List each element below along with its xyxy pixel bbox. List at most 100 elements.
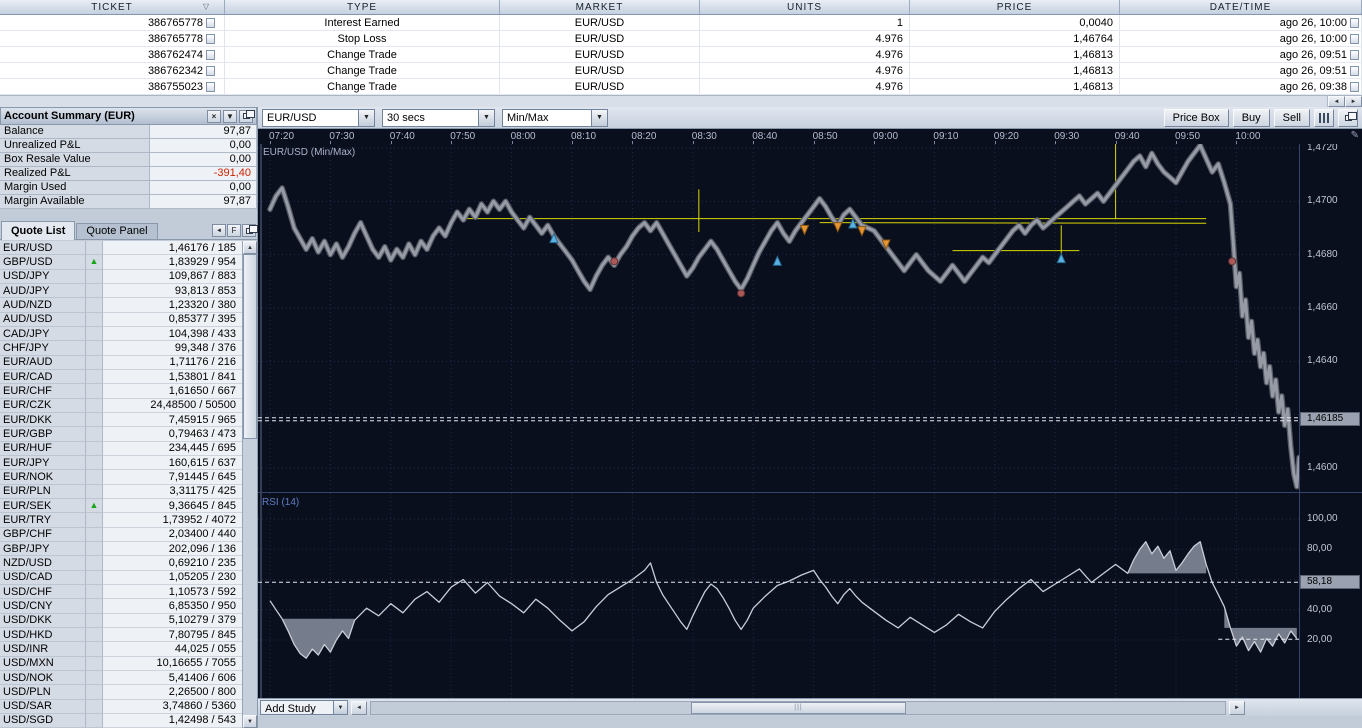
table-hscrollbar[interactable]: ◄ ►: [0, 95, 1362, 107]
quote-row[interactable]: EUR/CAD 1,53801 / 841: [0, 369, 242, 385]
scroll-right-icon[interactable]: ►: [1345, 96, 1362, 107]
table-row[interactable]: 386762342 Change Trade EUR/USD 4.976 1,46813…: [0, 63, 1362, 79]
quote-pair-label: USD/PLN: [0, 685, 86, 700]
quote-row[interactable]: USD/CNY 6,85350 / 950: [0, 599, 242, 614]
popout-icon[interactable]: [239, 109, 255, 123]
sell-button[interactable]: Sell: [1273, 108, 1310, 127]
table-row[interactable]: 386755023 Change Trade EUR/USD 4.976 1,46813…: [0, 79, 1362, 95]
quote-flag-cell: [86, 355, 103, 370]
table-row[interactable]: 386765778 Stop Loss EUR/USD 4.976 1,46764 ago…: [0, 31, 1362, 47]
tab-quote-list[interactable]: Quote List: [1, 221, 76, 240]
quote-row[interactable]: EUR/CZK 24,48500 / 50500: [0, 398, 242, 413]
note-icon[interactable]: [206, 17, 215, 28]
rsi-chart[interactable]: RSI (14): [258, 492, 1299, 698]
quote-row[interactable]: NZD/USD 0,69210 / 235: [0, 556, 242, 571]
quote-row[interactable]: USD/SAR 3,74860 / 5360: [0, 699, 242, 714]
quote-row[interactable]: AUD/USD 0,85377 / 395: [0, 312, 242, 327]
quote-row[interactable]: EUR/DKK 7,45915 / 965: [0, 412, 242, 428]
column-header-units[interactable]: UNITS: [700, 0, 910, 14]
note-icon[interactable]: [206, 81, 215, 92]
quote-row[interactable]: CHF/JPY 99,348 / 376: [0, 341, 242, 356]
chevron-down-icon[interactable]: ▼: [358, 109, 374, 126]
quote-row[interactable]: USD/JPY 109,867 / 883: [0, 269, 242, 284]
scroll-down-icon[interactable]: ▼: [243, 715, 257, 728]
quote-list-scrollbar[interactable]: ▲ ▼: [242, 241, 257, 728]
quote-row[interactable]: EUR/JPY 160,615 / 637: [0, 455, 242, 471]
chevron-down-icon[interactable]: ▼: [333, 701, 347, 714]
quote-row[interactable]: GBP/USD ▲ 1,83929 / 954: [0, 255, 242, 270]
quote-row[interactable]: EUR/NOK 7,91445 / 645: [0, 470, 242, 485]
table-row[interactable]: 386765778 Interest Earned EUR/USD 1 0,0040 ag…: [0, 15, 1362, 31]
tab-quote-panel[interactable]: Quote Panel: [76, 223, 158, 239]
note-icon[interactable]: [206, 33, 215, 44]
table-hscroll-track[interactable]: [0, 96, 1328, 107]
interval-dropdown[interactable]: 30 secs ▼: [382, 108, 495, 127]
quote-row[interactable]: EUR/AUD 1,71176 / 216: [0, 355, 242, 370]
note-icon[interactable]: [1350, 81, 1359, 92]
scroll-up-icon[interactable]: ▲: [243, 241, 257, 254]
popout-chart-icon[interactable]: [1338, 108, 1358, 127]
quote-row[interactable]: USD/INR 44,025 / 055: [0, 642, 242, 657]
close-icon[interactable]: ×: [207, 109, 221, 123]
f-button[interactable]: F: [227, 224, 241, 237]
chart-hscroll-thumb[interactable]: |||: [691, 701, 906, 714]
note-icon[interactable]: [206, 49, 215, 60]
column-header-market[interactable]: MARKET: [500, 0, 700, 14]
scroll-left-icon[interactable]: ◄: [1328, 96, 1345, 107]
draw-icon[interactable]: ✎: [1351, 130, 1359, 141]
table-row[interactable]: 386762474 Change Trade EUR/USD 4.976 1,46813…: [0, 47, 1362, 63]
column-header-type[interactable]: TYPE: [225, 0, 500, 14]
chart-hscrollbar[interactable]: |||: [370, 700, 1226, 715]
quote-row[interactable]: USD/SGD 1,42498 / 543: [0, 713, 242, 728]
quote-row[interactable]: USD/CHF 1,10573 / 592: [0, 584, 242, 600]
quote-row[interactable]: EUR/SEK ▲ 9,36645 / 845: [0, 498, 242, 514]
quote-row[interactable]: EUR/USD 1,46176 / 185: [0, 241, 242, 256]
quote-flag-cell: [86, 642, 103, 657]
chevron-down-icon[interactable]: ▼: [478, 109, 494, 126]
popout-icon[interactable]: [242, 224, 258, 237]
quote-row[interactable]: GBP/CHF 2,03400 / 440: [0, 527, 242, 542]
note-icon[interactable]: [206, 65, 215, 76]
pan-right-icon[interactable]: ►: [1229, 700, 1245, 715]
chevron-down-icon[interactable]: ▼: [591, 109, 607, 126]
column-header-price[interactable]: PRICE: [910, 0, 1120, 14]
column-header-date-time[interactable]: DATE/TIME: [1120, 0, 1362, 14]
quote-row[interactable]: USD/NOK 5,41406 / 606: [0, 670, 242, 686]
note-icon[interactable]: [1350, 33, 1359, 44]
note-icon[interactable]: [1350, 65, 1359, 76]
price-box-button[interactable]: Price Box: [1163, 108, 1229, 127]
quote-scroll-thumb[interactable]: [243, 254, 257, 439]
filter-icon[interactable]: ▽: [203, 2, 210, 11]
quote-row[interactable]: EUR/TRY 1,73952 / 4072: [0, 513, 242, 528]
price-tick-label: 1,4600: [1307, 462, 1338, 474]
quote-row[interactable]: AUD/NZD 1,23320 / 380: [0, 298, 242, 313]
note-icon[interactable]: [1350, 17, 1359, 28]
quote-row[interactable]: EUR/CHF 1,61650 / 667: [0, 384, 242, 399]
price-chart[interactable]: EUR/USD (Min/Max): [258, 144, 1299, 492]
quote-row[interactable]: AUD/JPY 93,813 / 853: [0, 283, 242, 299]
quote-row[interactable]: USD/PLN 2,26500 / 800: [0, 685, 242, 700]
quote-row[interactable]: USD/MXN 10,16655 / 7055: [0, 656, 242, 671]
pan-left-icon[interactable]: ◄: [351, 700, 367, 715]
add-study-dropdown[interactable]: Add Study ▼: [260, 700, 348, 715]
cell-price: 1,46813: [910, 79, 1120, 94]
quote-row[interactable]: EUR/HUF 234,445 / 695: [0, 441, 242, 456]
chart-type-icon[interactable]: [1314, 108, 1334, 127]
quote-row[interactable]: CAD/JPY 104,398 / 433: [0, 326, 242, 342]
buy-button[interactable]: Buy: [1232, 108, 1270, 127]
chevron-left-icon[interactable]: ◄: [212, 224, 226, 237]
quote-row[interactable]: GBP/JPY 202,096 / 136: [0, 541, 242, 557]
column-header-ticket[interactable]: TICKET ▽: [0, 0, 225, 14]
quote-row[interactable]: EUR/GBP 0,79463 / 473: [0, 427, 242, 442]
symbol-dropdown[interactable]: EUR/USD ▼: [262, 108, 375, 127]
quote-row[interactable]: USD/DKK 5,10279 / 379: [0, 613, 242, 628]
collapse-icon[interactable]: ▼: [223, 109, 237, 123]
quote-row[interactable]: USD/CAD 1,05205 / 230: [0, 570, 242, 585]
quote-flag-cell: ▲: [86, 498, 103, 514]
quote-row[interactable]: USD/HKD 7,80795 / 845: [0, 627, 242, 643]
note-icon[interactable]: [1350, 49, 1359, 60]
quote-row[interactable]: EUR/PLN 3,31175 / 425: [0, 484, 242, 499]
chart-style-dropdown[interactable]: Min/Max ▼: [502, 108, 608, 127]
chart-bottom-bar: Add Study ▼ ◄ ||| ►: [258, 698, 1362, 716]
quote-flag-cell: [86, 455, 103, 471]
